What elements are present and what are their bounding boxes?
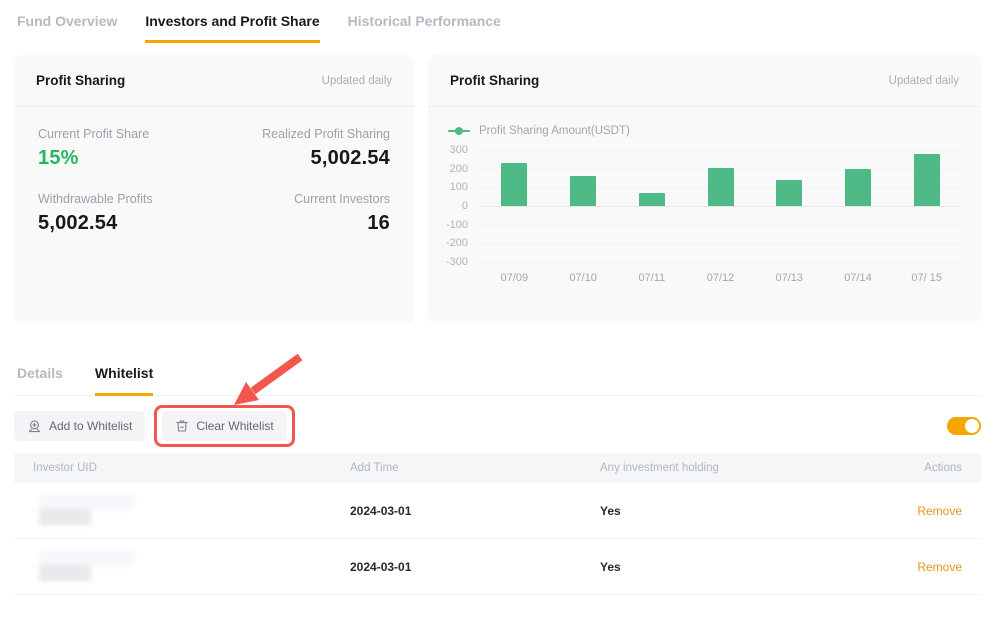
chart-xtick-label: 07/13 — [755, 272, 824, 284]
add-to-whitelist-label: Add to Whitelist — [49, 419, 132, 433]
holding-cell: Yes — [600, 504, 900, 518]
stat-label: Current Profit Share — [38, 127, 214, 141]
table-row: 2024-03-01 Yes Remove — [14, 483, 981, 539]
chart-plot — [480, 150, 961, 262]
chart-xtick-label: 07/12 — [686, 272, 755, 284]
detail-tab-bar: Details Whitelist — [14, 365, 981, 396]
chart-ytick-label: 300 — [450, 144, 468, 156]
chart-bar-slot — [892, 150, 961, 262]
chart-y-axis: 3002001000-100-200-300 — [448, 150, 480, 262]
toggle-knob — [965, 419, 979, 433]
tab-details[interactable]: Details — [17, 365, 63, 396]
add-circle-icon — [27, 419, 42, 434]
clear-whitelist-label: Clear Whitelist — [196, 419, 273, 433]
chart-bar-slot — [617, 150, 686, 262]
table-row: 2024-03-01 Yes Remove — [14, 539, 981, 595]
chart-bar-slot — [686, 150, 755, 262]
chart-card-title: Profit Sharing — [450, 73, 539, 88]
tab-investors-profit-share[interactable]: Investors and Profit Share — [145, 13, 319, 43]
stat-label: Withdrawable Profits — [38, 192, 214, 206]
chart-bar — [570, 176, 596, 206]
top-tab-bar: Fund Overview Investors and Profit Share… — [0, 0, 995, 43]
tab-historical-performance[interactable]: Historical Performance — [348, 13, 501, 43]
chart-ytick-label: -100 — [446, 219, 468, 231]
profit-sharing-chart-card: Profit Sharing Updated daily Profit Shar… — [428, 55, 981, 323]
stat-withdrawable-profits: Withdrawable Profits 5,002.54 — [38, 192, 214, 235]
tab-fund-overview[interactable]: Fund Overview — [17, 13, 117, 43]
redacted-uid — [33, 495, 143, 527]
chart-bar-slot — [824, 150, 893, 262]
legend-label: Profit Sharing Amount(USDT) — [479, 125, 630, 137]
remove-link[interactable]: Remove — [900, 560, 962, 574]
stat-label: Realized Profit Sharing — [214, 127, 390, 141]
stat-value: 5,002.54 — [214, 147, 390, 170]
chart-xtick-label: 07/09 — [480, 272, 549, 284]
chart-bar — [708, 168, 734, 206]
chart-xtick-label: 07/14 — [824, 272, 893, 284]
chart-card-header: Profit Sharing Updated daily — [428, 55, 981, 107]
page: Fund Overview Investors and Profit Share… — [0, 0, 995, 625]
trash-icon — [175, 419, 189, 433]
whitelist-toggle[interactable] — [947, 417, 981, 435]
chart-xtick-label: 07/ 15 — [892, 272, 961, 284]
chart-bar — [776, 180, 802, 206]
chart-xtick-label: 07/10 — [549, 272, 618, 284]
profit-sharing-stats-card: Profit Sharing Updated daily Current Pro… — [14, 55, 414, 323]
stat-label: Current Investors — [214, 192, 390, 206]
stat-value: 5,002.54 — [38, 212, 214, 235]
whitelist-table: Investor UID Add Time Any investment hol… — [14, 453, 981, 595]
annotation-highlight-box: Clear Whitelist — [154, 405, 294, 447]
chart-ytick-label: 100 — [450, 181, 468, 193]
holding-cell: Yes — [600, 560, 900, 574]
chart-legend: Profit Sharing Amount(USDT) — [448, 124, 961, 138]
chart-bar — [639, 193, 665, 206]
chart-gridline — [480, 262, 961, 263]
chart-bar — [845, 169, 871, 206]
column-header-add-time: Add Time — [350, 462, 600, 474]
clear-whitelist-button[interactable]: Clear Whitelist — [162, 411, 286, 441]
chart-bar — [501, 163, 527, 206]
table-header-row: Investor UID Add Time Any investment hol… — [14, 453, 981, 483]
chart-card-updated-label: Updated daily — [889, 75, 959, 87]
stats-card-header: Profit Sharing Updated daily — [14, 55, 414, 107]
summary-cards-row: Profit Sharing Updated daily Current Pro… — [14, 55, 981, 323]
stats-grid: Current Profit Share 15% Realized Profit… — [14, 107, 414, 235]
column-header-actions: Actions — [900, 462, 962, 474]
legend-line-dot-icon — [448, 130, 470, 132]
redacted-uid — [33, 551, 143, 583]
investor-uid-cell — [33, 495, 350, 527]
chart-ytick-label: 200 — [450, 163, 468, 175]
column-header-investor-uid: Investor UID — [33, 462, 350, 474]
stat-current-profit-share: Current Profit Share 15% — [38, 127, 214, 170]
chart-ytick-label: -200 — [446, 237, 468, 249]
chart-xtick-label: 07/11 — [617, 272, 686, 284]
stat-value: 15% — [38, 147, 214, 170]
chart-bar-slot — [549, 150, 618, 262]
chart-x-axis: 07/0907/1007/1107/1207/1307/1407/ 15 — [480, 272, 961, 284]
whitelist-toolbar: Add to Whitelist Clear Whitelist — [14, 407, 981, 445]
add-to-whitelist-button[interactable]: Add to Whitelist — [14, 411, 145, 441]
chart-bar-slot — [480, 150, 549, 262]
stat-value: 16 — [214, 212, 390, 235]
chart-bar-slot — [755, 150, 824, 262]
tab-whitelist[interactable]: Whitelist — [95, 365, 153, 396]
chart-ytick-label: -300 — [446, 256, 468, 268]
add-time-cell: 2024-03-01 — [350, 560, 600, 574]
stats-card-title: Profit Sharing — [36, 73, 125, 88]
stats-card-updated-label: Updated daily — [322, 75, 392, 87]
chart-body: 3002001000-100-200-300 — [448, 150, 961, 262]
chart-ytick-label: 0 — [462, 200, 468, 212]
stat-realized-profit-sharing: Realized Profit Sharing 5,002.54 — [214, 127, 390, 170]
add-time-cell: 2024-03-01 — [350, 504, 600, 518]
chart-bars — [480, 150, 961, 262]
profit-sharing-chart: Profit Sharing Amount(USDT) 300 200 100 0 -1… — [428, 124, 981, 284]
stat-current-investors: Current Investors 16 — [214, 192, 390, 235]
remove-link[interactable]: Remove — [900, 504, 962, 518]
chart-bar — [914, 154, 940, 206]
investor-uid-cell — [33, 551, 350, 583]
column-header-holding: Any investment holding — [600, 462, 900, 474]
